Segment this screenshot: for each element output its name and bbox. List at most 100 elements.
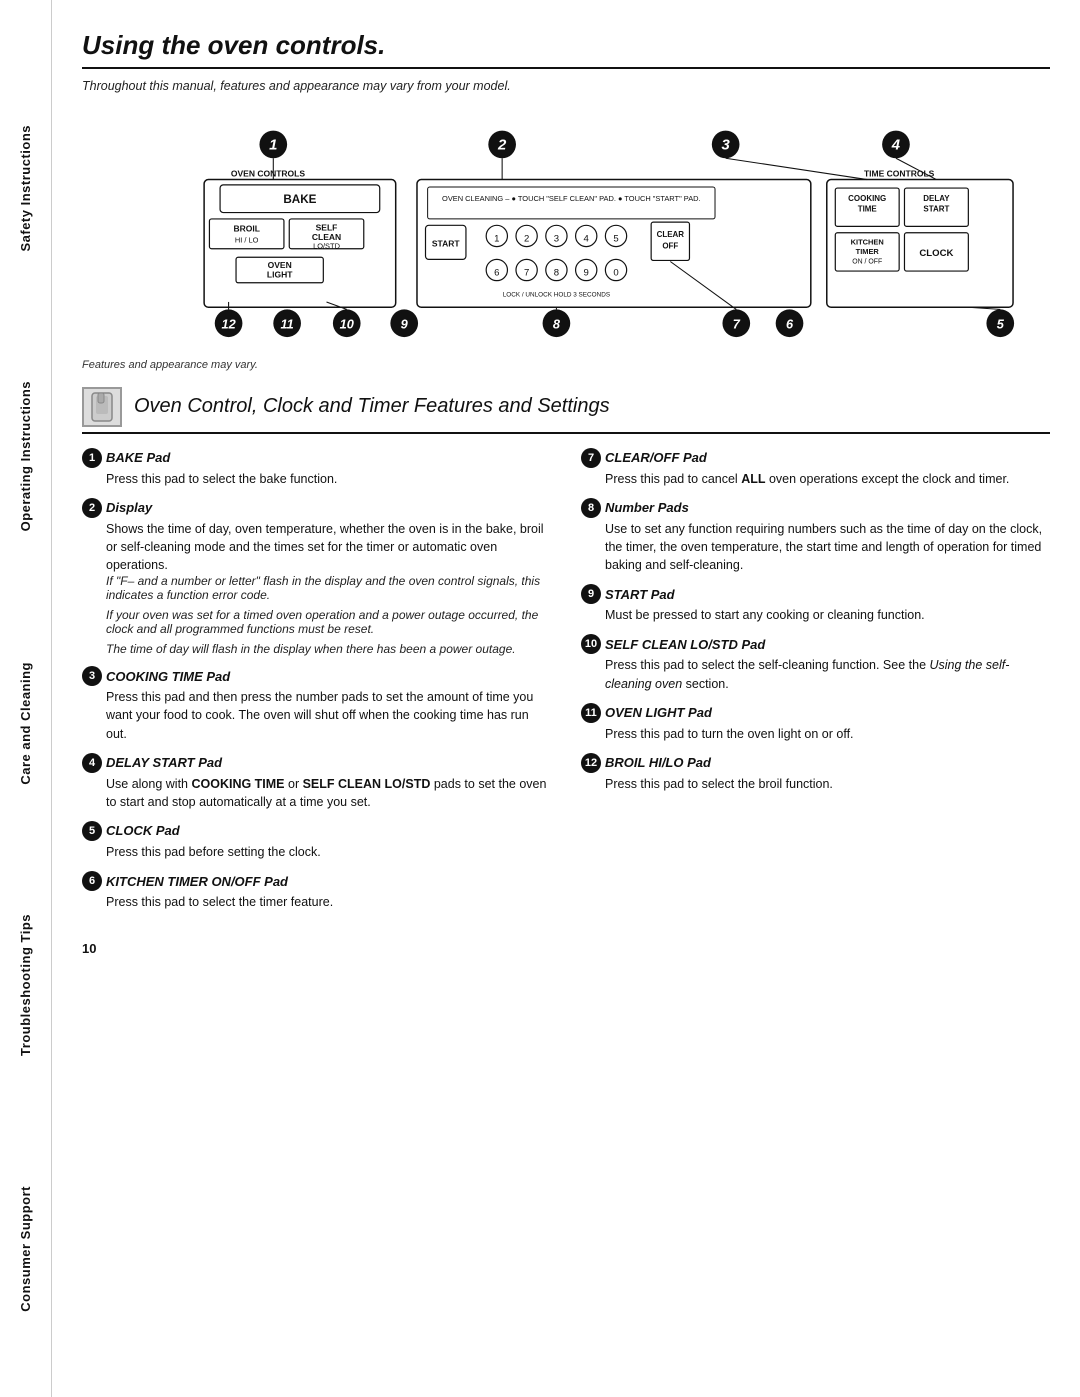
svg-text:OVEN CLEANING – ● TOUCH "SELF: OVEN CLEANING – ● TOUCH "SELF CLEAN" PAD… [442, 194, 701, 203]
svg-text:TIMER: TIMER [856, 247, 880, 256]
feature-num-5: 5 [82, 821, 102, 841]
feature-label-8: Number Pads [605, 500, 689, 515]
feature-item-6: 6 KITCHEN TIMER ON/OFF Pad Press this pa… [82, 871, 551, 911]
diagram-caption: Features and appearance may vary. [82, 359, 1050, 371]
svg-text:0: 0 [613, 267, 618, 278]
feature-label-10: SELF CLEAN LO/STD Pad [605, 637, 765, 652]
feature-label-6: KITCHEN TIMER ON/OFF Pad [106, 874, 288, 889]
svg-text:12: 12 [221, 317, 235, 332]
feature-title-5: 5 CLOCK Pad [82, 821, 551, 841]
feature-note-2a: If "F– and a number or letter" flash in … [106, 574, 551, 602]
svg-text:LO/STD: LO/STD [313, 242, 340, 251]
feature-label-11: OVEN LIGHT Pad [605, 705, 712, 720]
svg-text:2: 2 [497, 138, 507, 154]
section-header: Oven Control, Clock and Timer Features a… [82, 387, 1050, 434]
feature-title-10: 10 SELF CLEAN LO/STD Pad [581, 634, 1050, 654]
svg-text:BROIL: BROIL [233, 224, 259, 234]
feature-item-5: 5 CLOCK Pad Press this pad before settin… [82, 821, 551, 861]
feature-label-1: BAKE Pad [106, 450, 170, 465]
feature-num-7: 7 [581, 448, 601, 468]
oven-diagram: 1 2 3 4 OVEN CONTROLS TIME CONTROLS BAKE [82, 111, 1050, 355]
svg-text:8: 8 [553, 317, 561, 332]
svg-text:9: 9 [584, 267, 589, 278]
section-title: Oven Control, Clock and Timer Features a… [134, 395, 610, 418]
feature-num-12: 12 [581, 753, 601, 773]
feature-title-8: 8 Number Pads [581, 498, 1050, 518]
feature-title-11: 11 OVEN LIGHT Pad [581, 703, 1050, 723]
svg-text:START: START [923, 204, 949, 213]
feature-body-5: Press this pad before setting the clock. [106, 843, 551, 861]
svg-text:TIME: TIME [858, 204, 877, 213]
feature-body-2: Shows the time of day, oven temperature,… [106, 520, 551, 574]
feature-item-12: 12 BROIL HI/LO Pad Press this pad to sel… [581, 753, 1050, 793]
feature-body-1: Press this pad to select the bake functi… [106, 470, 551, 488]
hand-icon [82, 387, 122, 427]
feature-body-4: Use along with COOKING TIME or SELF CLEA… [106, 775, 551, 811]
sidebar-item-safety: Safety Instructions [18, 115, 33, 262]
svg-text:LIGHT: LIGHT [267, 269, 293, 279]
feature-title-3: 3 COOKING TIME Pad [82, 666, 551, 686]
feature-label-2: Display [106, 500, 152, 515]
oven-diagram-svg: 1 2 3 4 OVEN CONTROLS TIME CONTROLS BAKE [87, 121, 1045, 350]
svg-text:4: 4 [891, 138, 901, 154]
svg-text:10: 10 [340, 317, 354, 332]
svg-text:5: 5 [997, 317, 1005, 332]
feature-item-8: 8 Number Pads Use to set any function re… [581, 498, 1050, 574]
feature-title-9: 9 START Pad [581, 584, 1050, 604]
page-subtitle: Throughout this manual, features and app… [82, 79, 1050, 93]
sidebar: Safety Instructions Operating Instructio… [0, 0, 52, 1397]
svg-text:DELAY: DELAY [923, 194, 950, 203]
feature-num-6: 6 [82, 871, 102, 891]
svg-text:1: 1 [494, 233, 499, 244]
page-number: 10 [82, 941, 1050, 956]
svg-text:COOKING: COOKING [848, 194, 886, 203]
feature-title-7: 7 CLEAR/OFF Pad [581, 448, 1050, 468]
feature-label-5: CLOCK Pad [106, 823, 180, 838]
feature-title-6: 6 KITCHEN TIMER ON/OFF Pad [82, 871, 551, 891]
svg-text:OFF: OFF [662, 242, 678, 251]
svg-text:CLOCK: CLOCK [919, 248, 953, 259]
feature-num-3: 3 [82, 666, 102, 686]
svg-text:3: 3 [722, 138, 731, 154]
svg-text:ON / OFF: ON / OFF [852, 259, 882, 266]
page-title: Using the oven controls. [82, 30, 1050, 69]
svg-text:START: START [432, 239, 461, 249]
main-content: Using the oven controls. Throughout this… [52, 0, 1080, 1397]
svg-text:6: 6 [494, 267, 499, 278]
feature-body-12: Press this pad to select the broil funct… [605, 775, 1050, 793]
feature-num-8: 8 [581, 498, 601, 518]
feature-item-2: 2 Display Shows the time of day, oven te… [82, 498, 551, 656]
feature-num-4: 4 [82, 753, 102, 773]
feature-note-2b: If your oven was set for a timed oven op… [106, 608, 551, 636]
svg-text:5: 5 [613, 233, 618, 244]
svg-text:3: 3 [554, 233, 559, 244]
feature-item-4: 4 DELAY START Pad Use along with COOKING… [82, 753, 551, 811]
feature-item-7: 7 CLEAR/OFF Pad Press this pad to cancel… [581, 448, 1050, 488]
feature-item-3: 3 COOKING TIME Pad Press this pad and th… [82, 666, 551, 742]
sidebar-item-operating: Operating Instructions [18, 371, 33, 541]
svg-text:4: 4 [584, 233, 590, 244]
feature-num-9: 9 [581, 584, 601, 604]
svg-text:7: 7 [733, 317, 741, 332]
svg-text:HI / LO: HI / LO [235, 235, 259, 244]
sidebar-item-troubleshooting: Troubleshooting Tips [18, 904, 33, 1066]
svg-text:OVEN CONTROLS: OVEN CONTROLS [231, 168, 305, 178]
feature-label-4: DELAY START Pad [106, 755, 222, 770]
svg-text:7: 7 [524, 267, 529, 278]
feature-title-1: 1 BAKE Pad [82, 448, 551, 468]
feature-label-9: START Pad [605, 587, 675, 602]
feature-body-10: Press this pad to select the self-cleani… [605, 656, 1050, 692]
feature-label-3: COOKING TIME Pad [106, 669, 230, 684]
feature-item-10: 10 SELF CLEAN LO/STD Pad Press this pad … [581, 634, 1050, 692]
diagram-area: 1 2 3 4 OVEN CONTROLS TIME CONTROLS BAKE [82, 111, 1050, 371]
svg-text:LOCK / UNLOCK HOLD 3 SECONDS: LOCK / UNLOCK HOLD 3 SECONDS [503, 292, 610, 299]
feature-title-4: 4 DELAY START Pad [82, 753, 551, 773]
sidebar-item-care: Care and Cleaning [18, 652, 33, 795]
feature-label-12: BROIL HI/LO Pad [605, 755, 711, 770]
svg-text:OVEN: OVEN [268, 260, 292, 270]
feature-body-8: Use to set any function requiring number… [605, 520, 1050, 574]
features-left-col: 1 BAKE Pad Press this pad to select the … [82, 448, 551, 921]
feature-item-9: 9 START Pad Must be pressed to start any… [581, 584, 1050, 624]
feature-num-2: 2 [82, 498, 102, 518]
feature-body-3: Press this pad and then press the number… [106, 688, 551, 742]
